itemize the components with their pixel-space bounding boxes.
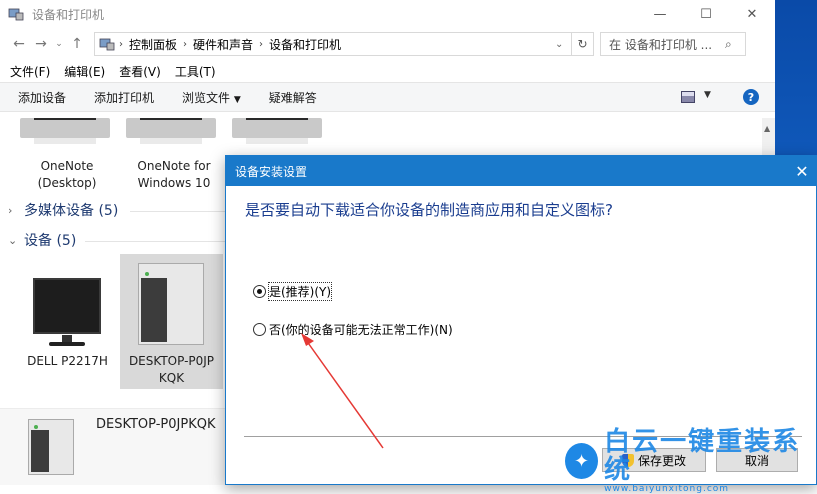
address-row: ← → ⌄ ↑ › 控制面板 › 硬件和声音 › 设备和打印机 ⌄ ↻ 在 设备… bbox=[0, 28, 775, 60]
scroll-up-icon[interactable]: ▲ bbox=[764, 124, 770, 133]
breadcrumb-separator-icon: › bbox=[183, 38, 188, 50]
menu-tools[interactable]: 工具(T) bbox=[175, 63, 216, 80]
dialog-title-bar: 设备安装设置 ✕ bbox=[226, 156, 816, 186]
radio-no[interactable]: 否(你的设备可能无法正常工作)(N) bbox=[253, 321, 453, 338]
menu-file[interactable]: 文件(F) bbox=[10, 63, 50, 80]
watermark-text: 白云一键重装系统 bbox=[604, 427, 801, 485]
add-printer-button[interactable]: 添加打印机 bbox=[94, 89, 154, 106]
printer-label-onenote-win10[interactable]: OneNote for Windows 10 bbox=[126, 158, 222, 192]
menu-bar: 文件(F) 编辑(E) 查看(V) 工具(T) bbox=[0, 60, 775, 82]
forward-arrow-icon[interactable]: → bbox=[30, 32, 52, 56]
breadcrumb-separator-icon: › bbox=[259, 38, 264, 50]
printer-icon[interactable] bbox=[232, 118, 322, 144]
device-label-desktop[interactable]: DESKTOP-P0JP KQK bbox=[120, 353, 223, 387]
dialog-question: 是否要自动下载适合你设备的制造商应用和自定义图标? bbox=[245, 201, 613, 219]
group-title: 多媒体设备 (5) bbox=[24, 203, 119, 219]
printer-label-line: Windows 10 bbox=[137, 176, 211, 190]
radio-button-checked[interactable] bbox=[253, 285, 266, 298]
dropdown-triangle-icon: ▼ bbox=[233, 94, 241, 105]
printer-label-line: OneNote for bbox=[137, 159, 211, 173]
view-options-dropdown-icon[interactable]: ▼ bbox=[704, 90, 711, 100]
radio-yes[interactable]: 是(推荐)(Y) bbox=[253, 282, 333, 301]
up-arrow-icon[interactable]: ↑ bbox=[66, 32, 88, 56]
group-divider bbox=[85, 241, 230, 242]
device-label-dell[interactable]: DELL P2217H bbox=[20, 353, 115, 370]
title-bar: 设备和打印机 — ☐ ✕ bbox=[0, 0, 775, 28]
group-title: 设备 (5) bbox=[24, 233, 77, 249]
help-icon[interactable]: ? bbox=[743, 89, 759, 105]
computer-tower-icon[interactable] bbox=[138, 263, 204, 345]
breadcrumb-separator-icon: › bbox=[119, 38, 123, 50]
breadcrumb-devices-printers[interactable]: 设备和打印机 bbox=[269, 36, 341, 53]
recent-locations-chevron-icon[interactable]: ⌄ bbox=[52, 32, 66, 56]
computer-tower-icon bbox=[28, 419, 74, 475]
dialog-title: 设备安装设置 bbox=[235, 164, 308, 179]
browse-files-label: 浏览文件 bbox=[182, 90, 231, 105]
minimize-button[interactable]: — bbox=[637, 0, 683, 28]
radio-button-unchecked[interactable] bbox=[253, 323, 266, 336]
search-icon: ⌕ bbox=[725, 36, 732, 51]
refresh-icon[interactable]: ↻ bbox=[572, 32, 594, 56]
close-icon[interactable]: ✕ bbox=[788, 162, 816, 181]
radio-yes-label[interactable]: 是(推荐)(Y) bbox=[267, 282, 333, 301]
menu-edit[interactable]: 编辑(E) bbox=[64, 63, 105, 80]
watermark-logo: ✦ 白云一键重装系统 www.baiyunxitong.com bbox=[565, 428, 810, 494]
monitor-icon[interactable] bbox=[33, 278, 101, 334]
chevron-right-icon: › bbox=[8, 203, 13, 217]
group-header-multimedia[interactable]: › 多媒体设备 (5) bbox=[8, 200, 118, 220]
printer-label-line: (Desktop) bbox=[37, 176, 97, 190]
chevron-down-icon: ⌄ bbox=[8, 233, 18, 247]
maximize-button[interactable]: ☐ bbox=[683, 0, 729, 28]
search-input[interactable]: 在 设备和打印机 ... ⌕ bbox=[600, 32, 746, 56]
printer-label-onenote-desktop[interactable]: OneNote (Desktop) bbox=[22, 158, 112, 192]
printer-icon[interactable] bbox=[20, 118, 110, 144]
group-divider bbox=[130, 211, 230, 212]
breadcrumb-hardware-sound[interactable]: 硬件和声音 bbox=[193, 36, 253, 53]
close-window-button[interactable]: ✕ bbox=[729, 0, 775, 28]
troubleshoot-button[interactable]: 疑难解答 bbox=[269, 89, 317, 106]
breadcrumb-control-panel[interactable]: 控制面板 bbox=[129, 36, 177, 53]
command-bar: 添加设备 添加打印机 浏览文件 ▼ 疑难解答 ▼ ? bbox=[0, 82, 775, 112]
change-view-icon[interactable] bbox=[681, 91, 695, 103]
monitor-foot bbox=[49, 342, 85, 346]
address-bar[interactable]: › 控制面板 › 硬件和声音 › 设备和打印机 ⌄ bbox=[94, 32, 572, 56]
printer-label-line: OneNote bbox=[40, 159, 94, 173]
menu-view[interactable]: 查看(V) bbox=[119, 63, 161, 80]
control-panel-icon bbox=[99, 38, 115, 51]
back-arrow-icon[interactable]: ← bbox=[8, 32, 30, 56]
device-label-line: DESKTOP-P0JP bbox=[128, 354, 215, 368]
add-device-button[interactable]: 添加设备 bbox=[18, 89, 66, 106]
device-label-line: KQK bbox=[158, 371, 185, 385]
printer-icon[interactable] bbox=[126, 118, 216, 144]
devices-printers-icon bbox=[8, 8, 24, 21]
group-header-devices[interactable]: ⌄ 设备 (5) bbox=[8, 230, 76, 250]
window-title: 设备和打印机 bbox=[32, 7, 105, 22]
browse-files-button[interactable]: 浏览文件 ▼ bbox=[182, 89, 241, 106]
watermark-url: www.baiyunxitong.com bbox=[604, 484, 730, 494]
address-dropdown-icon[interactable]: ⌄ bbox=[555, 39, 571, 50]
bird-logo-icon: ✦ bbox=[565, 443, 599, 479]
details-device-name: DESKTOP-P0JPKQK bbox=[96, 417, 216, 432]
radio-no-label[interactable]: 否(你的设备可能无法正常工作)(N) bbox=[269, 321, 453, 338]
search-placeholder: 在 设备和打印机 ... bbox=[609, 37, 713, 52]
